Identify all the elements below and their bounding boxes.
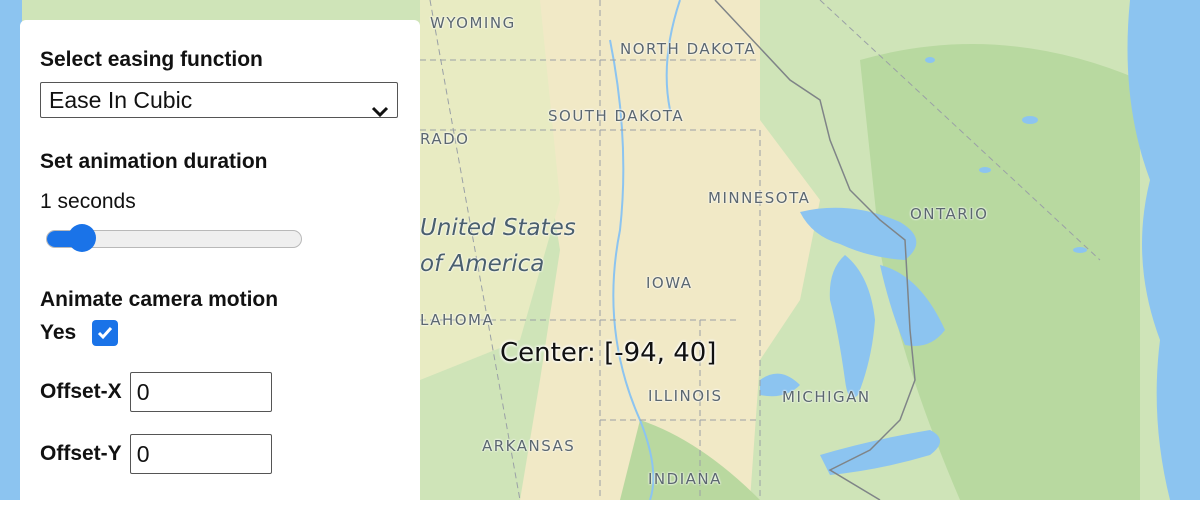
offset-y-input[interactable]: 0	[129, 434, 272, 474]
label-country-line2: of America	[420, 251, 545, 277]
offset-x-input[interactable]: 0	[129, 372, 272, 412]
camera-option-row: Yes	[40, 320, 400, 346]
offset-y-row: Offset-Y 0	[40, 434, 400, 474]
label-arkansas: ARKANSAS	[482, 437, 576, 455]
duration-value: 1 seconds	[40, 190, 136, 213]
label-indiana: INDIANA	[648, 470, 722, 488]
label-country-line1: United States	[420, 215, 576, 241]
label-country: United States of America	[420, 210, 576, 282]
duration-heading: Set animation duration	[40, 150, 268, 173]
controls-panel: Select easing function Ease In Cubic Set…	[20, 20, 420, 520]
chevron-down-icon	[371, 93, 389, 127]
offset-x-row: Offset-X 0	[40, 372, 400, 412]
easing-heading: Select easing function	[40, 48, 263, 71]
label-south-dakota: SOUTH DAKOTA	[548, 107, 685, 125]
label-ontario: ONTARIO	[910, 205, 989, 223]
easing-select-value: Ease In Cubic	[49, 87, 193, 113]
label-colorado: RADO	[420, 130, 470, 148]
check-icon	[98, 327, 113, 340]
offset-y-label: Offset-Y	[40, 442, 122, 465]
label-north-dakota: NORTH DAKOTA	[620, 40, 757, 58]
label-iowa: IOWA	[646, 274, 693, 292]
label-michigan: MICHIGAN	[782, 388, 871, 406]
camera-option-label: Yes	[40, 321, 77, 344]
camera-checkbox[interactable]	[92, 320, 119, 346]
label-wyoming: WYOMING	[430, 14, 516, 32]
label-oklahoma: LAHOMA	[420, 311, 495, 329]
duration-slider[interactable]	[46, 224, 302, 252]
label-illinois: ILLINOIS	[648, 387, 723, 405]
easing-select[interactable]: Ease In Cubic	[40, 82, 398, 118]
camera-heading: Animate camera motion	[40, 288, 279, 311]
offset-x-label: Offset-X	[40, 380, 122, 403]
slider-thumb[interactable]	[67, 224, 96, 252]
label-minnesota: MINNESOTA	[708, 189, 811, 207]
center-readout: Center: [-94, 40]	[500, 338, 717, 368]
